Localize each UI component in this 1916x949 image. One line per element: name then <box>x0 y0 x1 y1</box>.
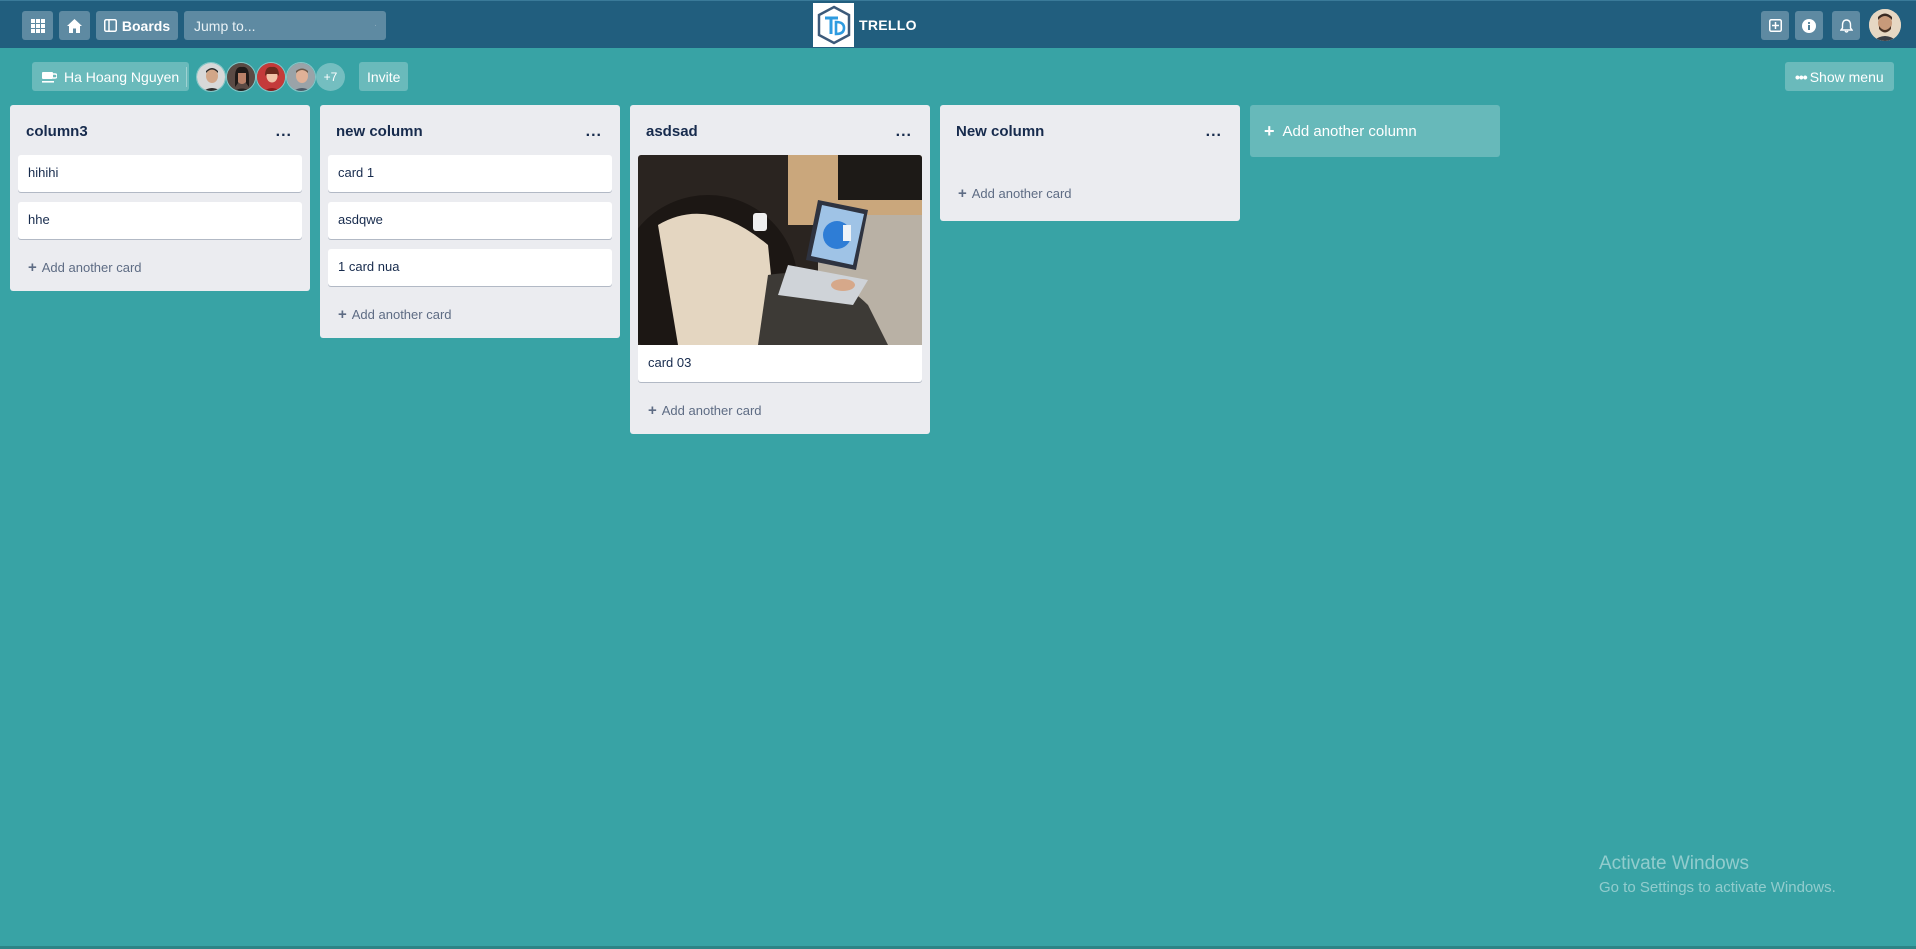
column-menu-button[interactable]: ... <box>586 123 602 141</box>
watermark-title: Activate Windows <box>1599 853 1749 874</box>
more-dots-icon: ••• <box>1795 68 1808 85</box>
app-header: Boards TRELLO <box>0 0 1916 48</box>
column-menu-button[interactable]: ... <box>276 123 292 141</box>
add-card-label: Add another card <box>971 185 1072 201</box>
member-avatar[interactable] <box>286 62 316 92</box>
plus-icon: + <box>648 401 657 419</box>
card[interactable]: card 1 <box>328 155 612 192</box>
card-title: card 1 <box>338 165 375 180</box>
column-title[interactable]: New column <box>956 123 1044 140</box>
column-menu-button[interactable]: ... <box>896 123 912 141</box>
board-column: new column ... card 1 asdqwe 1 card nua … <box>320 105 620 338</box>
empty-card-area <box>940 155 1240 175</box>
boards-button[interactable]: Boards <box>96 11 178 40</box>
add-card-button[interactable]: + Add another card <box>638 392 922 428</box>
bell-icon <box>1839 18 1853 33</box>
info-icon <box>1802 18 1816 33</box>
board-owner-icon <box>42 71 57 83</box>
plus-icon: + <box>28 258 37 276</box>
card-cover-image <box>638 155 922 345</box>
add-column-label: Add another column <box>1282 122 1417 140</box>
column-title[interactable]: asdsad <box>646 123 698 140</box>
card[interactable]: hihihi <box>18 155 302 192</box>
add-board-icon <box>1768 19 1782 32</box>
member-avatar[interactable] <box>196 62 226 92</box>
home-button[interactable] <box>59 11 90 40</box>
column-header: new column ... <box>320 105 620 155</box>
board-title-button[interactable]: Ha Hoang Nguyen <box>32 62 190 91</box>
plus-icon: + <box>1264 120 1275 141</box>
create-button[interactable] <box>1761 11 1789 40</box>
card-title: hihihi <box>28 165 59 180</box>
app-logo[interactable]: TRELLO <box>813 3 917 47</box>
add-card-button[interactable]: + Add another card <box>18 249 302 285</box>
info-button[interactable] <box>1795 11 1823 40</box>
card-with-cover[interactable]: card 03 <box>638 155 922 382</box>
member-avatar-4-icon <box>287 63 315 91</box>
card[interactable]: asdqwe <box>328 202 612 239</box>
card[interactable]: hhe <box>18 202 302 239</box>
logo-mark-icon <box>813 3 854 47</box>
search-box[interactable] <box>184 11 386 40</box>
watermark-subtitle: Go to Settings to activate Windows. <box>1599 879 1836 896</box>
board-column: New column ... + Add another card <box>940 105 1240 221</box>
grid-icon <box>30 18 45 33</box>
show-menu-label: Show menu <box>1809 68 1884 85</box>
column-title[interactable]: column3 <box>26 123 88 140</box>
member-avatar-3-icon <box>257 63 285 91</box>
member-avatar[interactable] <box>256 62 286 92</box>
column-header: asdsad ... <box>630 105 930 155</box>
card-title: 1 card nua <box>338 259 400 274</box>
search-input[interactable] <box>194 17 375 34</box>
header-divider <box>186 67 187 87</box>
user-avatar[interactable] <box>1869 9 1901 41</box>
board-owner-label: Ha Hoang Nguyen <box>64 68 180 85</box>
column-menu-button[interactable]: ... <box>1206 123 1222 141</box>
add-card-button[interactable]: + Add another card <box>328 296 612 332</box>
member-avatar[interactable] <box>226 62 256 92</box>
member-avatar-1-icon <box>197 63 225 91</box>
notifications-button[interactable] <box>1832 11 1860 40</box>
windows-activation-watermark: Activate Windows Go to Settings to activ… <box>1599 853 1836 896</box>
more-members-badge[interactable]: +7 <box>316 63 345 91</box>
card[interactable]: 1 card nua <box>328 249 612 286</box>
plus-icon: + <box>338 305 347 323</box>
board-column: column3 ... hihihi hhe + Add another car… <box>10 105 310 291</box>
board-icon <box>103 19 117 32</box>
boards-label: Boards <box>121 17 171 34</box>
card-title: asdqwe <box>338 212 383 227</box>
search-icon[interactable] <box>375 18 376 33</box>
apps-grid-button[interactable] <box>22 11 53 40</box>
plus-icon: + <box>958 184 967 202</box>
column-header: column3 ... <box>10 105 310 155</box>
add-column-button[interactable]: + Add another column <box>1250 105 1500 157</box>
add-card-button[interactable]: + Add another card <box>948 175 1232 211</box>
column-title[interactable]: new column <box>336 123 423 140</box>
logo-text: TRELLO <box>859 17 917 33</box>
invite-button[interactable]: Invite <box>359 62 409 91</box>
add-card-label: Add another card <box>351 306 452 322</box>
add-card-label: Add another card <box>41 259 142 275</box>
column-header: New column ... <box>940 105 1240 155</box>
board-column: asdsad ... card 03 + Add another card <box>630 105 930 434</box>
card-title: hhe <box>28 212 50 227</box>
user-avatar-icon <box>1869 9 1901 41</box>
member-avatar-2-icon <box>227 63 255 91</box>
card-title: card 03 <box>648 355 692 370</box>
home-icon <box>67 18 82 33</box>
show-menu-button[interactable]: ••• Show menu <box>1785 62 1894 91</box>
add-card-label: Add another card <box>661 402 762 418</box>
